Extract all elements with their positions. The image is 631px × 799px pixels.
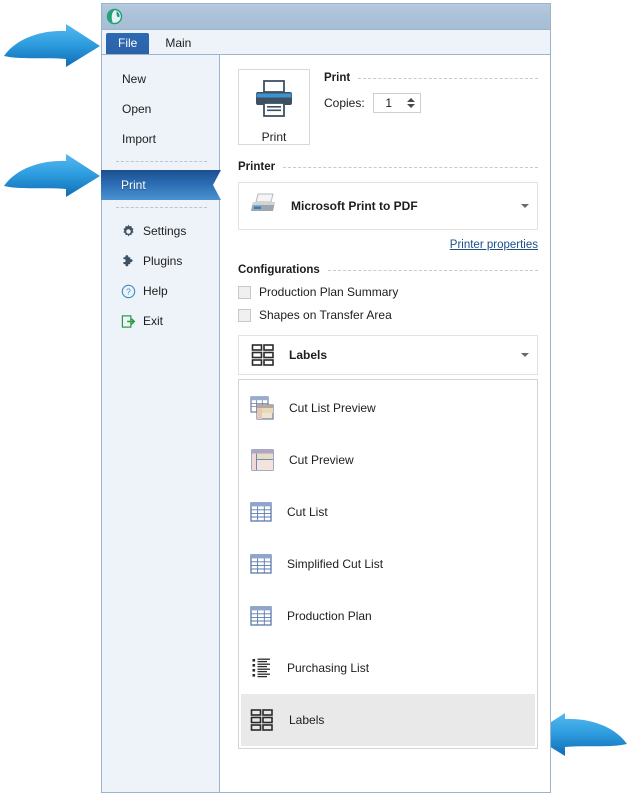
copies-row: Copies: (324, 93, 538, 113)
globe-icon (106, 8, 123, 25)
print-button[interactable]: Print (238, 69, 310, 145)
print-group-title: Print (324, 72, 351, 84)
chevron-down-icon[interactable] (406, 104, 415, 108)
sidebar-item-print[interactable]: Print (101, 170, 221, 200)
print-row: Print Print Copies: (238, 69, 538, 145)
chevron-down-icon[interactable] (521, 204, 529, 208)
print-pane: Print Print Copies: 1 Printer Microsoft … (220, 55, 550, 792)
print-group-header: Print (324, 72, 538, 84)
tab-file[interactable]: File (106, 33, 150, 54)
printer-icon (253, 79, 295, 124)
sidebar-item-help[interactable]: ? Help (102, 276, 219, 306)
sidebar-item-open[interactable]: Open (102, 94, 219, 124)
configuration-value: Labels (289, 348, 328, 362)
arrow-to-file-tab (4, 24, 100, 67)
chevron-down-icon[interactable] (521, 353, 529, 357)
copies-input[interactable] (373, 96, 404, 110)
application-window: File Main New Open Import Print Settings (101, 3, 551, 793)
list-item-label: Simplified Cut List (287, 557, 384, 571)
printer-properties-row: Printer properties (238, 235, 538, 253)
list-item-label: Production Plan (287, 609, 372, 623)
table-icon (249, 604, 273, 628)
checkbox-label: Production Plan Summary (259, 285, 399, 299)
printer-properties-link[interactable]: Printer properties (450, 239, 538, 251)
sidebar-item-new[interactable]: New (102, 64, 219, 94)
backstage-sidebar: New Open Import Print Settings Plugins ?… (101, 55, 221, 792)
checkbox-production-plan-summary[interactable]: Production Plan Summary (238, 285, 538, 299)
checkbox-icon[interactable] (238, 308, 251, 322)
configuration-options-list: Cut List Preview Cut Preview Cut List Si… (238, 379, 538, 749)
list-item[interactable]: Cut Preview (241, 434, 535, 486)
list-item[interactable]: Simplified Cut List (241, 538, 535, 590)
header-rule (327, 269, 538, 271)
header-rule (283, 166, 538, 168)
svg-text:?: ? (126, 286, 131, 296)
printer-group-title: Printer (238, 161, 276, 173)
list-item-label: Cut List (287, 505, 328, 519)
print-options: Print Copies: (324, 69, 538, 113)
cut-list-preview-icon (249, 395, 275, 421)
configuration-combobox[interactable]: Labels (238, 335, 538, 375)
list-item[interactable]: Production Plan (241, 590, 535, 642)
configurations-title: Configurations (238, 264, 320, 276)
checkbox-label: Shapes on Transfer Area (259, 308, 392, 322)
sidebar-item-label: Settings (143, 224, 187, 238)
ribbon-tab-strip: File Main (102, 30, 550, 55)
list-item-label: Labels (289, 713, 325, 727)
labels-icon (249, 707, 275, 733)
sidebar-item-import[interactable]: Import (102, 124, 219, 154)
list-icon (249, 656, 273, 680)
gear-icon (120, 223, 136, 239)
copies-stepper[interactable] (372, 93, 421, 113)
checkbox-icon[interactable] (238, 285, 251, 299)
header-rule (358, 77, 538, 79)
printer-name: Microsoft Print to PDF (291, 199, 418, 213)
labels-icon (250, 342, 276, 368)
tab-main[interactable]: Main (151, 33, 205, 54)
title-bar (102, 4, 550, 30)
sidebar-divider-1 (116, 161, 207, 163)
printer-device-icon (249, 192, 279, 221)
list-item-label: Cut List Preview (289, 401, 376, 415)
sidebar-item-plugins[interactable]: Plugins (102, 246, 219, 276)
table-icon (249, 500, 273, 524)
copies-label: Copies: (324, 96, 365, 110)
list-item-label: Purchasing List (287, 661, 370, 675)
list-item[interactable]: Cut List (241, 486, 535, 538)
exit-icon (120, 313, 136, 329)
sidebar-item-label: Help (143, 284, 168, 298)
list-item[interactable]: Purchasing List (241, 642, 535, 694)
list-item[interactable]: Cut List Preview (241, 382, 535, 434)
puzzle-icon (120, 253, 136, 269)
arrow-to-print-menu (4, 154, 100, 197)
sidebar-item-label: Exit (143, 314, 164, 328)
sidebar-item-label: Plugins (143, 254, 183, 268)
list-item[interactable]: Labels (241, 694, 535, 746)
print-button-label: Print (261, 130, 287, 144)
stepper-arrows[interactable] (404, 94, 418, 112)
printer-select[interactable]: Microsoft Print to PDF (238, 182, 538, 230)
chevron-up-icon[interactable] (406, 98, 415, 102)
printer-group-header: Printer (238, 161, 538, 173)
question-icon: ? (120, 283, 136, 299)
sidebar-item-settings[interactable]: Settings (102, 216, 219, 246)
sidebar-item-exit[interactable]: Exit (102, 306, 219, 336)
sidebar-divider-2 (116, 207, 207, 209)
list-item-label: Cut Preview (289, 453, 354, 467)
table-icon (249, 552, 273, 576)
checkbox-shapes-on-transfer-area[interactable]: Shapes on Transfer Area (238, 308, 538, 322)
configurations-header: Configurations (238, 264, 538, 276)
cut-preview-icon (249, 447, 275, 473)
